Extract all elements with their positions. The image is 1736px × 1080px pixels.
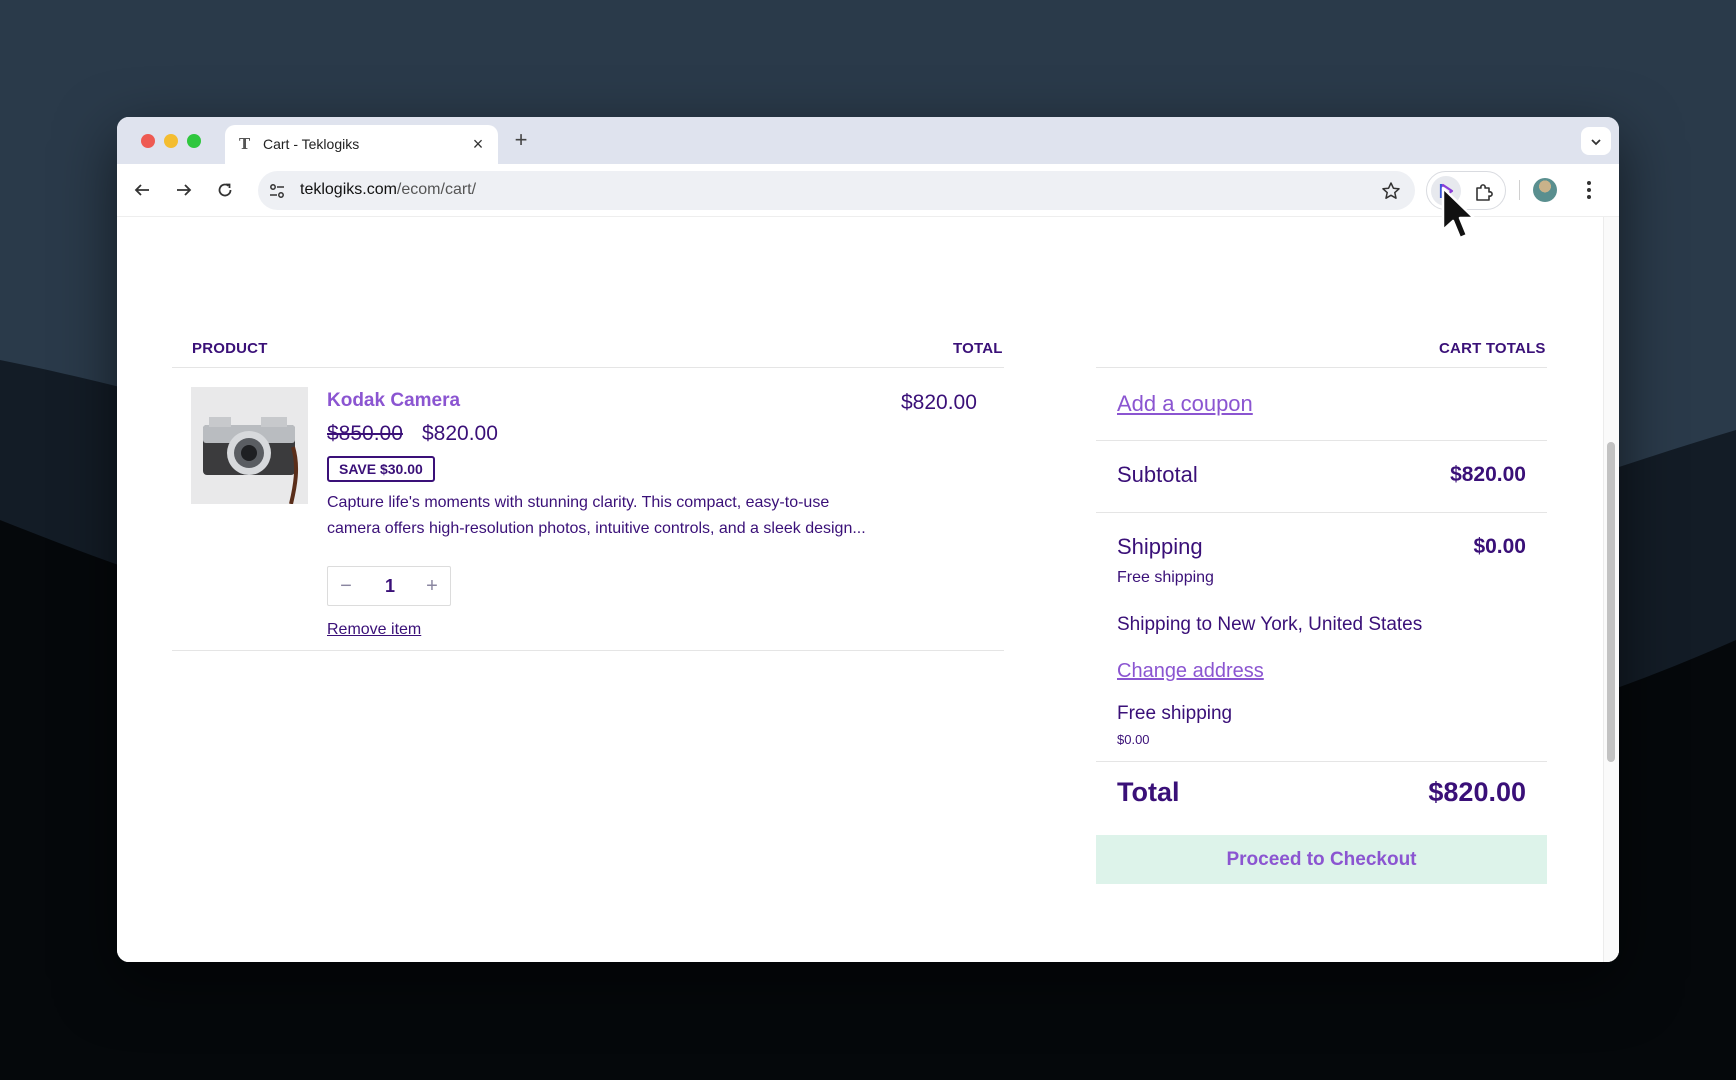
forward-arrow-icon[interactable] (172, 178, 196, 202)
shipping-label: Shipping (1117, 534, 1203, 559)
remove-item-link[interactable]: Remove item (327, 621, 421, 639)
sale-price: $820.00 (422, 422, 498, 445)
cart-totals-header: CART TOTALS (1439, 340, 1546, 357)
product-name-link[interactable]: Kodak Camera (327, 390, 460, 412)
address-bar[interactable]: teklogiks.com/ecom/cart/ (258, 171, 1415, 210)
reload-icon[interactable] (213, 178, 237, 202)
product-description: Capture life's moments with stunning cla… (327, 494, 866, 537)
change-address-link[interactable]: Change address (1117, 660, 1264, 683)
shipping-destination: Shipping to New York, United States (1117, 614, 1423, 635)
total-value: $820.00 (1428, 777, 1526, 807)
tab-strip: T Cart - Teklogiks × + (117, 117, 1619, 164)
browser-window: T Cart - Teklogiks × + teklogiks.com/eco (117, 117, 1619, 962)
product-image-camera[interactable] (191, 387, 308, 504)
subtotal-value: $820.00 (1450, 463, 1526, 486)
proceed-to-checkout-button[interactable]: Proceed to Checkout (1096, 835, 1547, 884)
increase-quantity-plus-icon[interactable]: + (420, 575, 444, 597)
cart-page: PRODUCT TOTAL Kodak Camera $850.00 $820.… (117, 217, 1619, 962)
shipping-method: Free shipping (1117, 569, 1214, 586)
browser-toolbar: teklogiks.com/ecom/cart/ (117, 164, 1619, 217)
shipping-divider (1096, 761, 1547, 762)
url-domain: teklogiks.com (300, 181, 397, 198)
site-settings-tune-icon[interactable] (268, 182, 286, 200)
quantity-input[interactable]: 1 (372, 576, 408, 597)
maximize-window-button[interactable] (187, 134, 201, 148)
mouse-pointer-icon (1441, 186, 1476, 240)
page-scrollbar[interactable] (1603, 217, 1619, 962)
tab-cart[interactable]: T Cart - Teklogiks × (225, 125, 498, 164)
profile-avatar[interactable] (1533, 178, 1557, 202)
tab-search-chevron-down-icon[interactable] (1581, 127, 1611, 155)
scrollbar-thumb[interactable] (1607, 442, 1615, 762)
original-price: $850.00 (327, 422, 403, 445)
new-tab-plus-icon[interactable]: + (509, 128, 533, 152)
shipping-option-price: $0.00 (1117, 732, 1150, 747)
url-text: teklogiks.com/ecom/cart/ (300, 181, 476, 199)
more-vertical-icon[interactable] (1581, 178, 1597, 202)
line-item-total: $820.00 (901, 391, 977, 414)
savings-badge: SAVE $30.00 (327, 456, 435, 482)
back-arrow-icon[interactable] (130, 178, 154, 202)
product-column-header: PRODUCT (192, 340, 268, 357)
header-divider (172, 367, 1004, 368)
url-path: /ecom/cart/ (396, 181, 477, 198)
decrease-quantity-minus-icon[interactable]: − (334, 575, 358, 597)
quantity-stepper: − 1 + (327, 566, 451, 606)
toolbar-separator (1519, 180, 1520, 200)
site-favicon-icon: T (239, 135, 251, 153)
subtotal-label: Subtotal (1117, 462, 1198, 487)
coupon-divider (1096, 440, 1547, 441)
subtotal-divider (1096, 512, 1547, 513)
close-tab-icon[interactable]: × (468, 134, 488, 154)
total-label: Total (1117, 777, 1180, 807)
bookmark-star-icon[interactable] (1381, 181, 1401, 201)
close-window-button[interactable] (141, 134, 155, 148)
shipping-option-label: Free shipping (1117, 703, 1233, 724)
totals-header-divider (1096, 367, 1547, 368)
item-divider (172, 650, 1004, 651)
minimize-window-button[interactable] (164, 134, 178, 148)
shipping-value: $0.00 (1473, 535, 1526, 558)
total-column-header: TOTAL (953, 340, 1003, 357)
add-coupon-link[interactable]: Add a coupon (1117, 391, 1253, 417)
tab-title: Cart - Teklogiks (263, 136, 360, 152)
